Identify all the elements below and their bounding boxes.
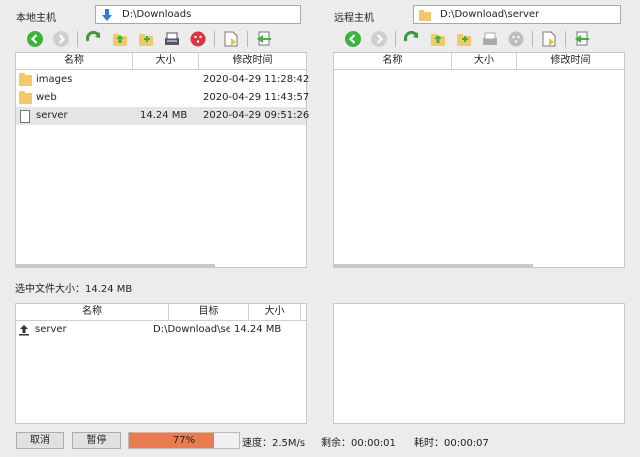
rename-icon[interactable] xyxy=(163,30,181,48)
file-mtime: 2020-04-29 11:43:57 xyxy=(203,92,310,103)
remote-host-label: 远程主机 xyxy=(334,13,374,24)
queue-col-name[interactable]: 名称 xyxy=(16,304,169,320)
transfer-queue-list[interactable]: 名称 目标 大小 server D:\Download\server 14.24… xyxy=(15,303,307,424)
file-mtime: 2020-04-29 09:51:26 xyxy=(203,110,310,121)
local-host-label: 本地主机 xyxy=(16,13,56,24)
queue-col-target[interactable]: 目标 xyxy=(169,304,249,320)
local-path-field[interactable]: D:\Downloads xyxy=(95,5,301,24)
remote-path-text: D:\Download\server xyxy=(440,9,540,20)
download-arrow-icon xyxy=(100,8,114,22)
local-list-header: 名称 大小 修改时间 xyxy=(16,53,306,70)
delete-icon[interactable] xyxy=(189,30,207,48)
delete-icon[interactable] xyxy=(507,30,525,48)
queue-item-target: D:\Download\server xyxy=(153,324,230,335)
remote-col-size[interactable]: 大小 xyxy=(452,53,517,69)
local-col-name[interactable]: 名称 xyxy=(16,53,133,69)
local-col-size[interactable]: 大小 xyxy=(133,53,199,69)
remote-path-field[interactable]: D:\Download\server xyxy=(413,5,621,24)
file-name: web xyxy=(36,92,57,103)
transfer-progress-bar: 77% xyxy=(128,432,240,449)
local-row-images[interactable]: images 2020-04-29 11:28:42 xyxy=(16,71,310,89)
toolbar-separator xyxy=(395,31,396,47)
file-name: images xyxy=(36,74,73,85)
upload-arrow-icon xyxy=(18,324,30,343)
queue-row-server[interactable]: server D:\Download\server 14.24 MB xyxy=(16,321,306,339)
local-path-text: D:\Downloads xyxy=(122,9,192,20)
folder-icon xyxy=(19,73,32,86)
refresh-icon[interactable] xyxy=(403,30,421,48)
remote-col-name[interactable]: 名称 xyxy=(334,53,452,69)
toolbar-separator xyxy=(565,31,566,47)
progress-text: 77% xyxy=(172,435,196,446)
remote-horizontal-scrollbar[interactable] xyxy=(334,264,533,267)
transfer-icon[interactable] xyxy=(255,30,273,48)
rename-icon[interactable] xyxy=(481,30,499,48)
toolbar-separator xyxy=(214,31,215,47)
file-mtime: 2020-04-29 11:28:42 xyxy=(203,74,310,85)
local-horizontal-scrollbar[interactable] xyxy=(16,264,215,267)
selected-size-text: 选中文件大小：14.24 MB xyxy=(15,284,133,295)
file-icon xyxy=(20,110,30,123)
elapsed-text: 耗时：00:00:07 xyxy=(414,438,489,449)
upload-icon[interactable] xyxy=(222,30,240,48)
parent-folder-icon[interactable] xyxy=(429,30,447,48)
queue-list-header: 名称 目标 大小 xyxy=(16,304,306,321)
queue-item-name: server xyxy=(35,324,67,335)
refresh-icon[interactable] xyxy=(85,30,103,48)
folder-icon xyxy=(418,8,432,22)
new-folder-icon[interactable] xyxy=(137,30,155,48)
back-icon[interactable] xyxy=(344,30,362,48)
new-folder-icon[interactable] xyxy=(455,30,473,48)
queue-col-size[interactable]: 大小 xyxy=(249,304,301,320)
parent-folder-icon[interactable] xyxy=(111,30,129,48)
local-file-list[interactable]: 名称 大小 修改时间 images 2020-04-29 11:28:42 we… xyxy=(15,52,310,268)
remaining-text: 剩余：00:00:01 xyxy=(321,438,396,449)
toolbar-separator xyxy=(247,31,248,47)
transfer-icon[interactable] xyxy=(573,30,591,48)
forward-icon[interactable] xyxy=(370,30,388,48)
transfer-log-panel xyxy=(333,303,625,424)
folder-icon xyxy=(19,91,32,104)
file-name: server xyxy=(36,110,68,121)
local-row-server[interactable]: server 14.24 MB 2020-04-29 09:51:26 xyxy=(16,107,310,125)
speed-text: 速度：2.5M/s xyxy=(242,438,306,449)
forward-icon[interactable] xyxy=(52,30,70,48)
queue-item-size: 14.24 MB xyxy=(234,324,282,335)
file-size: 14.24 MB xyxy=(140,110,188,121)
local-row-web[interactable]: web 2020-04-29 11:43:57 xyxy=(16,89,310,107)
pause-button[interactable]: 暂停 xyxy=(72,432,121,449)
download-icon[interactable] xyxy=(540,30,558,48)
remote-list-header: 名称 大小 修改时间 xyxy=(334,53,624,70)
toolbar-separator xyxy=(77,31,78,47)
cancel-button[interactable]: 取消 xyxy=(16,432,64,449)
remote-toolbar xyxy=(344,28,599,50)
remote-file-list[interactable]: 名称 大小 修改时间 xyxy=(333,52,625,268)
local-col-mtime[interactable]: 修改时间 xyxy=(199,53,306,69)
toolbar-separator xyxy=(532,31,533,47)
back-icon[interactable] xyxy=(26,30,44,48)
local-toolbar xyxy=(26,28,281,50)
remote-col-mtime[interactable]: 修改时间 xyxy=(517,53,624,69)
